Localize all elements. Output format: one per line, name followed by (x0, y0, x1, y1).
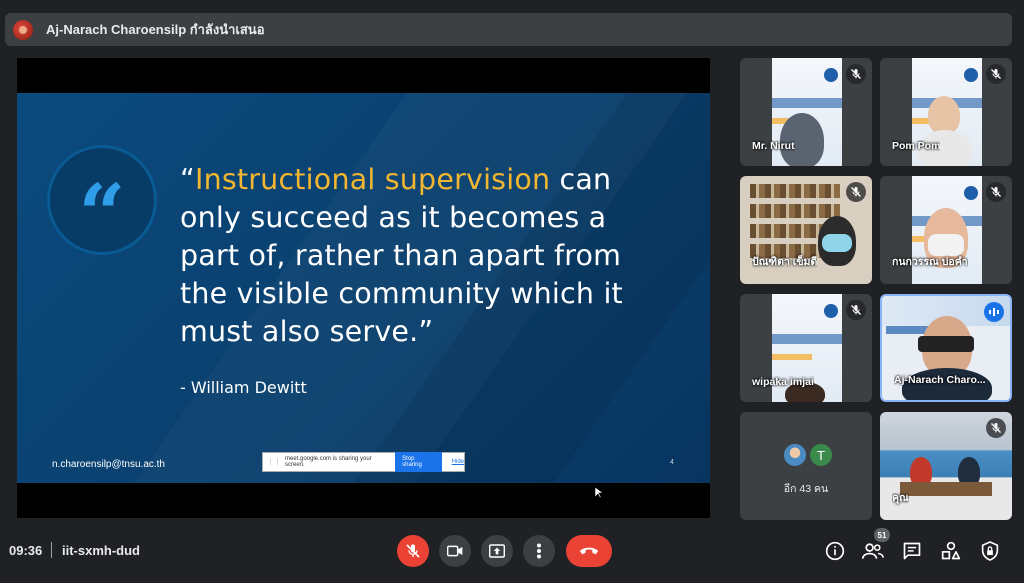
participant-name: Mr. Nirut (752, 140, 795, 152)
participant-name: Aj-Narach Charo... (894, 374, 986, 386)
participant-tile[interactable]: คุณ (880, 412, 1012, 520)
camera-toggle-button[interactable] (439, 535, 471, 567)
participant-avatar (782, 442, 808, 468)
meeting-details-button[interactable] (824, 540, 846, 562)
slide-email: n.charoensilp@tnsu.ac.th (52, 459, 165, 470)
speaking-indicator-icon (984, 302, 1004, 322)
presenter-avatar (13, 19, 33, 40)
stop-sharing-button[interactable]: Stop sharing (395, 452, 442, 472)
meeting-code: iit-sxmh-dud (62, 543, 140, 558)
participant-tile-active-speaker[interactable]: Aj-Narach Charo... (880, 294, 1012, 402)
mouse-cursor-icon (595, 487, 603, 499)
leave-call-button[interactable] (566, 535, 612, 567)
microphone-toggle-button[interactable] (397, 535, 429, 567)
presenter-text: Aj-Narach Charoensilp กำลังนำเสนอ (46, 22, 265, 37)
activities-icon (941, 541, 961, 560)
hide-share-bar-button[interactable]: Hide (452, 459, 464, 465)
bottom-toolbar: 09:36 iit-sxmh-dud 51 (0, 525, 1024, 583)
chat-icon (903, 542, 921, 560)
shared-screen: “ “Instructional supervision can only su… (17, 58, 710, 518)
participant-name: ปัณฑิตา เข็มดี (752, 256, 818, 268)
quote-author: - William Dewitt (180, 378, 307, 397)
info-icon (825, 541, 845, 561)
participant-tile[interactable]: wipaka imjai (740, 294, 872, 402)
participant-tile[interactable]: ปัณฑิตา เข็มดี (740, 176, 872, 284)
presentation-slide: “ “Instructional supervision can only su… (17, 93, 710, 483)
host-controls-button[interactable] (979, 540, 1001, 562)
presenter-banner: Aj-Narach Charoensilp กำลังนำเสนอ (5, 13, 1012, 46)
mic-off-icon (846, 300, 866, 320)
shield-lock-icon (981, 541, 999, 561)
drag-handle-icon[interactable]: ⋮⋮ (267, 458, 281, 466)
participant-name: คุณ (892, 492, 909, 504)
people-icon (862, 543, 884, 559)
mic-off-icon (846, 182, 866, 202)
participant-name: Pom Pom (892, 140, 941, 152)
more-vertical-icon (537, 543, 541, 559)
participant-name: กนกวรรณ บ่อคำ (892, 256, 968, 268)
more-participants-tile[interactable]: T อีก 43 คน (740, 412, 872, 520)
people-count-badge: 51 (874, 528, 890, 542)
share-message: meet.google.com is sharing your screen. (285, 456, 372, 468)
present-screen-button[interactable] (481, 535, 513, 567)
present-screen-icon (489, 544, 505, 558)
activities-button[interactable] (940, 540, 962, 562)
people-button[interactable] (862, 540, 884, 562)
mic-off-icon (986, 182, 1006, 202)
participant-tile[interactable]: กนกวรรณ บ่อคำ (880, 176, 1012, 284)
divider (51, 542, 52, 558)
mic-off-icon (406, 544, 420, 558)
participant-tile[interactable]: Mr. Nirut (740, 58, 872, 166)
quote-text: “Instructional supervision can only succ… (180, 163, 623, 348)
chat-button[interactable] (901, 540, 923, 562)
more-options-button[interactable] (523, 535, 555, 567)
mic-off-icon (846, 64, 866, 84)
current-time: 09:36 (9, 543, 43, 558)
mic-off-icon (986, 418, 1006, 438)
quote-highlight: Instructional supervision (194, 163, 551, 196)
screen-share-bar: ⋮⋮ meet.google.com is sharing your scree… (262, 452, 465, 472)
participant-tile[interactable]: Pom Pom (880, 58, 1012, 166)
quote-icon: “ (47, 145, 157, 256)
more-participants-label: อีก 43 คน (783, 483, 829, 495)
mic-off-icon (986, 64, 1006, 84)
hang-up-icon (579, 547, 599, 555)
participant-avatar: T (808, 442, 834, 468)
camera-icon (447, 545, 463, 557)
slide-number: 4 (670, 459, 674, 466)
participant-name: wipaka imjai (752, 376, 814, 388)
